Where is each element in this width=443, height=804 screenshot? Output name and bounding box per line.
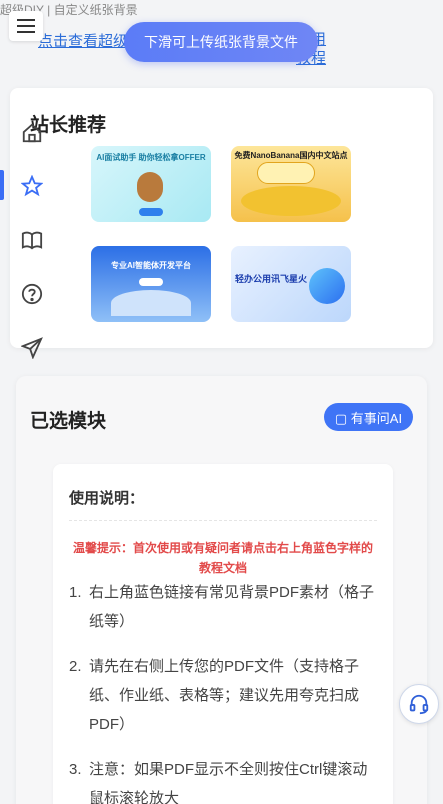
home-icon xyxy=(22,123,42,143)
sidebar-active-indicator xyxy=(0,170,4,200)
ad-cta xyxy=(139,208,163,216)
sidebar-item-send[interactable] xyxy=(20,336,44,360)
step-text: 右上角蓝色链接有常见背景PDF素材（格子纸等） xyxy=(89,584,375,630)
list-item: 1. 右上角蓝色链接有常见背景PDF素材（格子纸等） xyxy=(69,578,381,636)
instructions-panel: 使用说明： 温馨提示：首次使用或有疑问者请点击右上角蓝色字样的教程文档 1. 右… xyxy=(53,464,393,804)
selected-modules-card: 已选模块 ▢ 有事问AI 使用说明： 温馨提示：首次使用或有疑问者请点击右上角蓝… xyxy=(16,376,427,804)
ad-xfyun[interactable]: 轻办公用讯飞星火 xyxy=(231,246,351,322)
spark-illustration xyxy=(309,268,345,304)
ad-ai-interview[interactable]: AI面试助手 助你轻松拿OFFER xyxy=(91,146,211,222)
instructions-title: 使用说明： xyxy=(69,490,145,507)
monkey-illustration xyxy=(137,172,163,202)
warning-tip: 温馨提示：首次使用或有疑问者请点击右上角蓝色字样的教程文档 xyxy=(72,541,373,575)
ad-text: 专业AI智能体开发平台 xyxy=(111,261,191,270)
menu-button[interactable] xyxy=(9,11,43,41)
sidebar-item-star[interactable] xyxy=(20,174,44,198)
divider xyxy=(69,520,377,521)
help-icon xyxy=(21,283,43,305)
ad-text: 免费NanoBanana国内中文站点 xyxy=(234,151,348,160)
sidebar-item-book[interactable] xyxy=(20,228,44,252)
customer-service-button[interactable] xyxy=(399,684,439,724)
upload-hint-button[interactable]: 下滑可上传纸张背景文件 xyxy=(124,22,318,62)
send-icon xyxy=(21,337,43,359)
hamburger-icon xyxy=(17,19,35,33)
sidebar-item-home[interactable] xyxy=(20,121,44,145)
ad-text: 轻办公用讯飞星火 xyxy=(235,274,308,284)
instructions-list: 1. 右上角蓝色链接有常见背景PDF素材（格子纸等） 2. 请先在右侧上传您的P… xyxy=(69,578,381,804)
star-icon xyxy=(21,175,43,197)
sidebar-item-help[interactable] xyxy=(20,282,44,306)
step-text: 请先在右侧上传您的PDF文件（支持格子纸、作业纸、表格等；建议先用夸克扫成PDF… xyxy=(89,658,360,733)
list-item: 3. 注意：如果PDF显示不全则按住Ctrl键滚动鼠标滚轮放大 xyxy=(69,755,381,804)
ad-cta-bubble xyxy=(257,162,315,184)
book-icon xyxy=(21,231,43,250)
recommend-card: 站长推荐 AI面试助手 助你轻松拿OFFER 免费NanoBanana国内中文站… xyxy=(10,88,433,348)
ad-cta xyxy=(139,278,163,286)
headset-icon xyxy=(409,694,429,715)
banana-illustration xyxy=(241,186,341,216)
step-text: 注意：如果PDF显示不全则按住Ctrl键滚动鼠标滚轮放大 xyxy=(89,761,368,804)
ad-text: AI面试助手 助你轻松拿OFFER xyxy=(96,153,206,162)
modules-title: 已选模块 xyxy=(30,411,107,432)
ad-ai-platform[interactable]: 专业AI智能体开发平台 xyxy=(91,246,211,322)
list-item: 2. 请先在右侧上传您的PDF文件（支持格子纸、作业纸、表格等；建议先用夸克扫成… xyxy=(69,652,381,739)
ask-ai-button[interactable]: ▢ 有事问AI xyxy=(324,403,413,431)
ad-nanobanana[interactable]: 免费NanoBanana国内中文站点 xyxy=(231,146,351,222)
city-illustration xyxy=(111,290,191,316)
